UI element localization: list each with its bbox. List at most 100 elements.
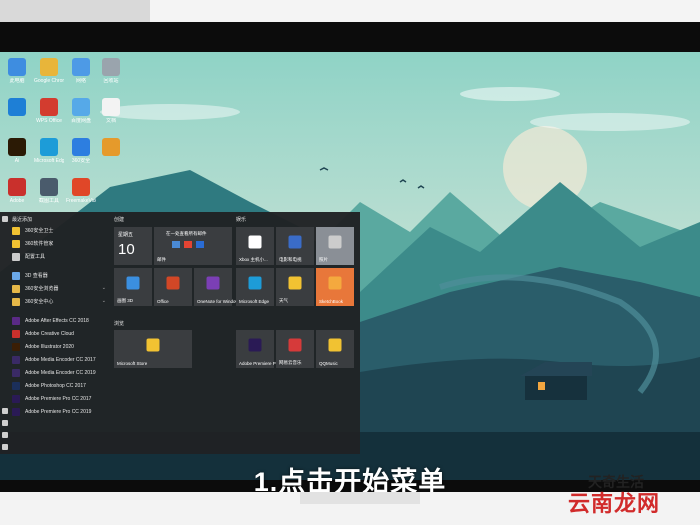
desktop-screen[interactable]: 此电脑 Google Chrome 网络 回收站 WPS Office 百度网盘 文档 Ai M…: [0, 52, 700, 480]
app-list-label: Adobe Illustrator 2020: [25, 343, 74, 350]
tile-label: Xbox 主机小...: [239, 257, 268, 262]
app-list-item[interactable]: 360安全中心 ⌄: [12, 295, 108, 308]
mail-app-icon: [196, 241, 204, 248]
office-icon: [166, 276, 180, 290]
desktop-icon[interactable]: [96, 138, 126, 158]
app-icon: [12, 342, 20, 351]
app-icon: [102, 58, 120, 76]
monitor: 天奇: [0, 22, 700, 497]
app-icon: [12, 394, 20, 403]
desktop-icon-label: 百度网盘: [70, 118, 91, 124]
app-icon: [40, 98, 58, 116]
premiere-icon: [248, 338, 262, 352]
app-icon: [12, 381, 20, 390]
app-list-label: Adobe Creative Cloud: [25, 330, 74, 337]
desktop-icon[interactable]: 回收站: [96, 58, 126, 84]
app-list-label: Adobe After Effects CC 2018: [25, 317, 89, 324]
app-list-item[interactable]: 配置工具: [12, 250, 108, 263]
tile-premiere[interactable]: Adobe Premiere Pro...: [236, 330, 284, 368]
desktop-icon[interactable]: Ai: [2, 138, 32, 164]
desktop-icon[interactable]: 360安全: [66, 138, 96, 164]
app-list-label: Adobe Media Encoder CC 2017: [25, 356, 96, 363]
app-list-label: Adobe Premiere Pro CC 2017: [25, 395, 92, 402]
tile-edge[interactable]: Microsoft Edge: [236, 268, 274, 306]
tile-netease[interactable]: 网易云音乐: [276, 330, 314, 368]
tile-onenote[interactable]: OneNote for Windows 10: [194, 268, 247, 306]
app-list-label: Adobe Media Encoder CC 2019: [25, 369, 96, 376]
user-icon[interactable]: [2, 408, 8, 414]
tile-label: 天气: [279, 298, 288, 303]
app-icon: [72, 98, 90, 116]
desktop-icon-label: FreemakeVideo: [66, 198, 96, 204]
tile-xbox[interactable]: Xbox 主机小...: [236, 227, 274, 265]
tile-calendar[interactable]: 星期五 10: [114, 227, 152, 265]
app-list-item[interactable]: 360软件管家: [12, 237, 108, 250]
power-icon[interactable]: [2, 444, 8, 450]
chevron-down-icon[interactable]: ⌄: [102, 298, 106, 304]
app-icon: [12, 368, 20, 377]
hamburger-icon[interactable]: [2, 216, 8, 222]
outlook-icon: [172, 241, 180, 248]
chevron-down-icon[interactable]: ⌄: [102, 285, 106, 291]
app-icon: [40, 178, 58, 196]
start-rail: [0, 212, 10, 454]
tile-movies[interactable]: 电影和电视: [276, 227, 314, 265]
tile-label: 网易云音乐: [279, 360, 302, 365]
picture-icon[interactable]: [2, 432, 8, 438]
app-icon: [12, 355, 20, 364]
tile-label: 邮件: [157, 257, 166, 262]
tile-paint3d[interactable]: 画图 3D: [114, 268, 152, 306]
app-list-item[interactable]: Adobe Media Encoder CC 2017: [12, 353, 108, 366]
desktop-icon[interactable]: WPS Office: [34, 98, 64, 124]
app-list-item[interactable]: Adobe Media Encoder CC 2019: [12, 366, 108, 379]
desktop-icon[interactable]: 文档: [96, 98, 126, 124]
tile-label: QQMusic: [319, 361, 338, 366]
app-list-item[interactable]: 360安全卫士: [12, 224, 108, 237]
onenote-icon: [206, 276, 220, 290]
tile-mail[interactable]: 在一处查看所有邮件 邮件: [154, 227, 232, 265]
tile-weather[interactable]: 天气: [276, 268, 314, 306]
desktop-icon[interactable]: 百度网盘: [66, 98, 96, 124]
desktop-icon-label: 网络: [75, 78, 86, 84]
app-icon: [12, 271, 20, 280]
app-icon: [8, 178, 26, 196]
document-icon[interactable]: [2, 420, 8, 426]
app-icon: [8, 58, 26, 76]
google-icon: [184, 241, 192, 248]
mail-text: 在一处查看所有邮件: [166, 231, 207, 236]
desktop-icon[interactable]: Adobe: [2, 178, 32, 204]
group-label-play: 娱乐: [236, 217, 247, 223]
desktop-icon[interactable]: [2, 98, 32, 118]
desktop-icon[interactable]: Google Chrome: [34, 58, 64, 84]
xbox-icon: [248, 235, 262, 249]
tile-label: Office: [157, 299, 169, 304]
desktop-icon[interactable]: FreemakeVideo: [66, 178, 96, 204]
desktop-icon[interactable]: 截图工具: [34, 178, 64, 204]
app-list-item[interactable]: Adobe After Effects CC 2018: [12, 314, 108, 327]
desktop-icon[interactable]: Microsoft Edge: [34, 138, 64, 164]
app-list-item[interactable]: 360安全浏览器 ⌄: [12, 282, 108, 295]
app-list-item[interactable]: Adobe Premiere Pro CC 2019: [12, 405, 108, 418]
desktop-icon-label: 360安全: [71, 158, 91, 164]
tile-sketchbook[interactable]: SketchBook: [316, 268, 354, 306]
tile-store[interactable]: Microsoft Store: [114, 330, 192, 368]
tile-label: Microsoft Store: [117, 361, 148, 366]
app-list-item[interactable]: Adobe Illustrator 2020: [12, 340, 108, 353]
app-list-item[interactable]: Adobe Premiere Pro CC 2017: [12, 392, 108, 405]
tile-office[interactable]: Office: [154, 268, 192, 306]
start-menu[interactable]: 最近添加 360安全卫士 360软件管家 配置工具 3D 查看器 360安全浏览器 ⌄ 36…: [0, 212, 360, 454]
app-icon: [12, 226, 20, 235]
app-icon: [72, 178, 90, 196]
app-list-item[interactable]: Adobe Creative Cloud: [12, 327, 108, 340]
tile-qqmusic[interactable]: QQMusic: [316, 330, 354, 368]
tile-photos[interactable]: 照片: [316, 227, 354, 265]
desktop-icon-label: 截图工具: [38, 198, 59, 204]
desktop-icon[interactable]: 网络: [66, 58, 96, 84]
desktop-icon[interactable]: 此电脑: [2, 58, 32, 84]
app-list-item[interactable]: 3D 查看器: [12, 269, 108, 282]
app-list-item[interactable]: Adobe Photoshop CC 2017: [12, 379, 108, 392]
app-icon: [8, 98, 26, 116]
app-icon: [12, 329, 20, 338]
netease-icon: [288, 338, 302, 352]
desktop-icon-label: 此电脑: [9, 78, 25, 84]
